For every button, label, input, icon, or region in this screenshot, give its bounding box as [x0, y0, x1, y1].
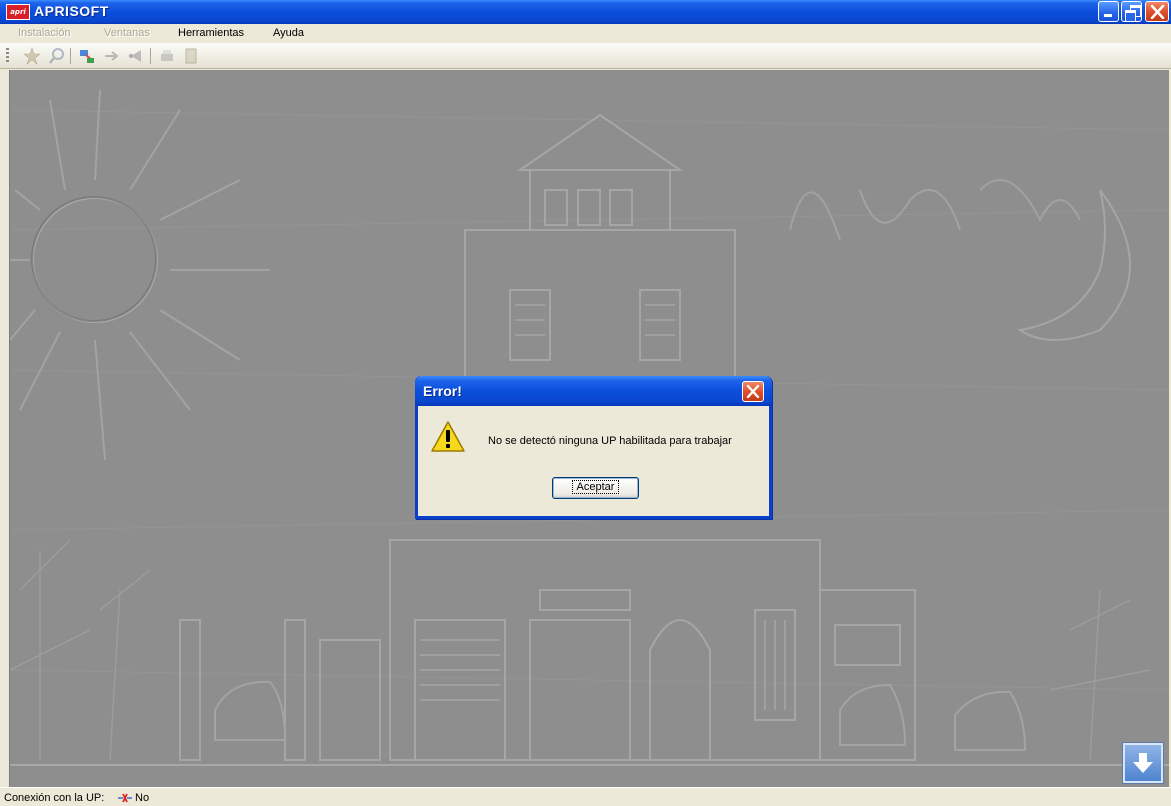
restore-button[interactable]: [1121, 1, 1142, 22]
dialog-message: No se detectó ninguna UP habilitada para…: [488, 435, 732, 447]
connection-status-value: No: [135, 792, 150, 804]
scroll-down-button[interactable]: [1123, 743, 1163, 783]
error-dialog: Error! No se detectó ninguna UP habilita…: [415, 376, 772, 519]
accept-button-label: Aceptar: [571, 480, 620, 494]
warning-icon: [431, 421, 465, 452]
minimize-button[interactable]: [1098, 1, 1119, 22]
toolbar-separator: [150, 48, 151, 64]
menu-ayuda[interactable]: Ayuda: [273, 27, 304, 39]
arrow-right-icon[interactable]: [103, 47, 121, 65]
menu-ventanas: Ventanas: [104, 27, 150, 39]
toolbar-grip[interactable]: [6, 48, 9, 64]
dialog-close-button[interactable]: [742, 381, 764, 402]
close-icon: [1150, 5, 1165, 19]
dialog-title-bar[interactable]: Error!: [415, 376, 772, 406]
connection-label: Conexión con la UP:: [4, 792, 105, 804]
status-bar: Conexión con la UP: No: [0, 787, 1171, 806]
dialog-title: Error!: [423, 383, 462, 399]
toolbar-separator: [70, 48, 71, 64]
menu-herramientas[interactable]: Herramientas: [178, 27, 244, 39]
broadcast-icon[interactable]: [127, 47, 145, 65]
window-title: APRISOFT: [34, 3, 109, 19]
search-icon[interactable]: [48, 47, 66, 65]
connect-icon[interactable]: [78, 47, 96, 65]
menu-bar: Instalación Ventanas Herramientas Ayuda: [0, 24, 1171, 43]
menu-instalacion: Instalación: [18, 27, 71, 39]
close-icon: [746, 385, 760, 398]
accept-button[interactable]: Aceptar: [552, 477, 639, 499]
arrow-down-icon: [1133, 753, 1153, 773]
document-icon[interactable]: [182, 47, 200, 65]
disconnected-icon: [118, 793, 132, 803]
title-bar[interactable]: apri APRISOFT: [0, 0, 1171, 24]
aprisoft-logo-icon: apri: [6, 4, 30, 20]
app-window: apri APRISOFT Instalación Ventanas Herra…: [0, 0, 1171, 806]
star-icon[interactable]: [23, 47, 41, 65]
close-button[interactable]: [1145, 1, 1169, 22]
toolbar: [0, 43, 1171, 69]
print-icon[interactable]: [158, 47, 176, 65]
